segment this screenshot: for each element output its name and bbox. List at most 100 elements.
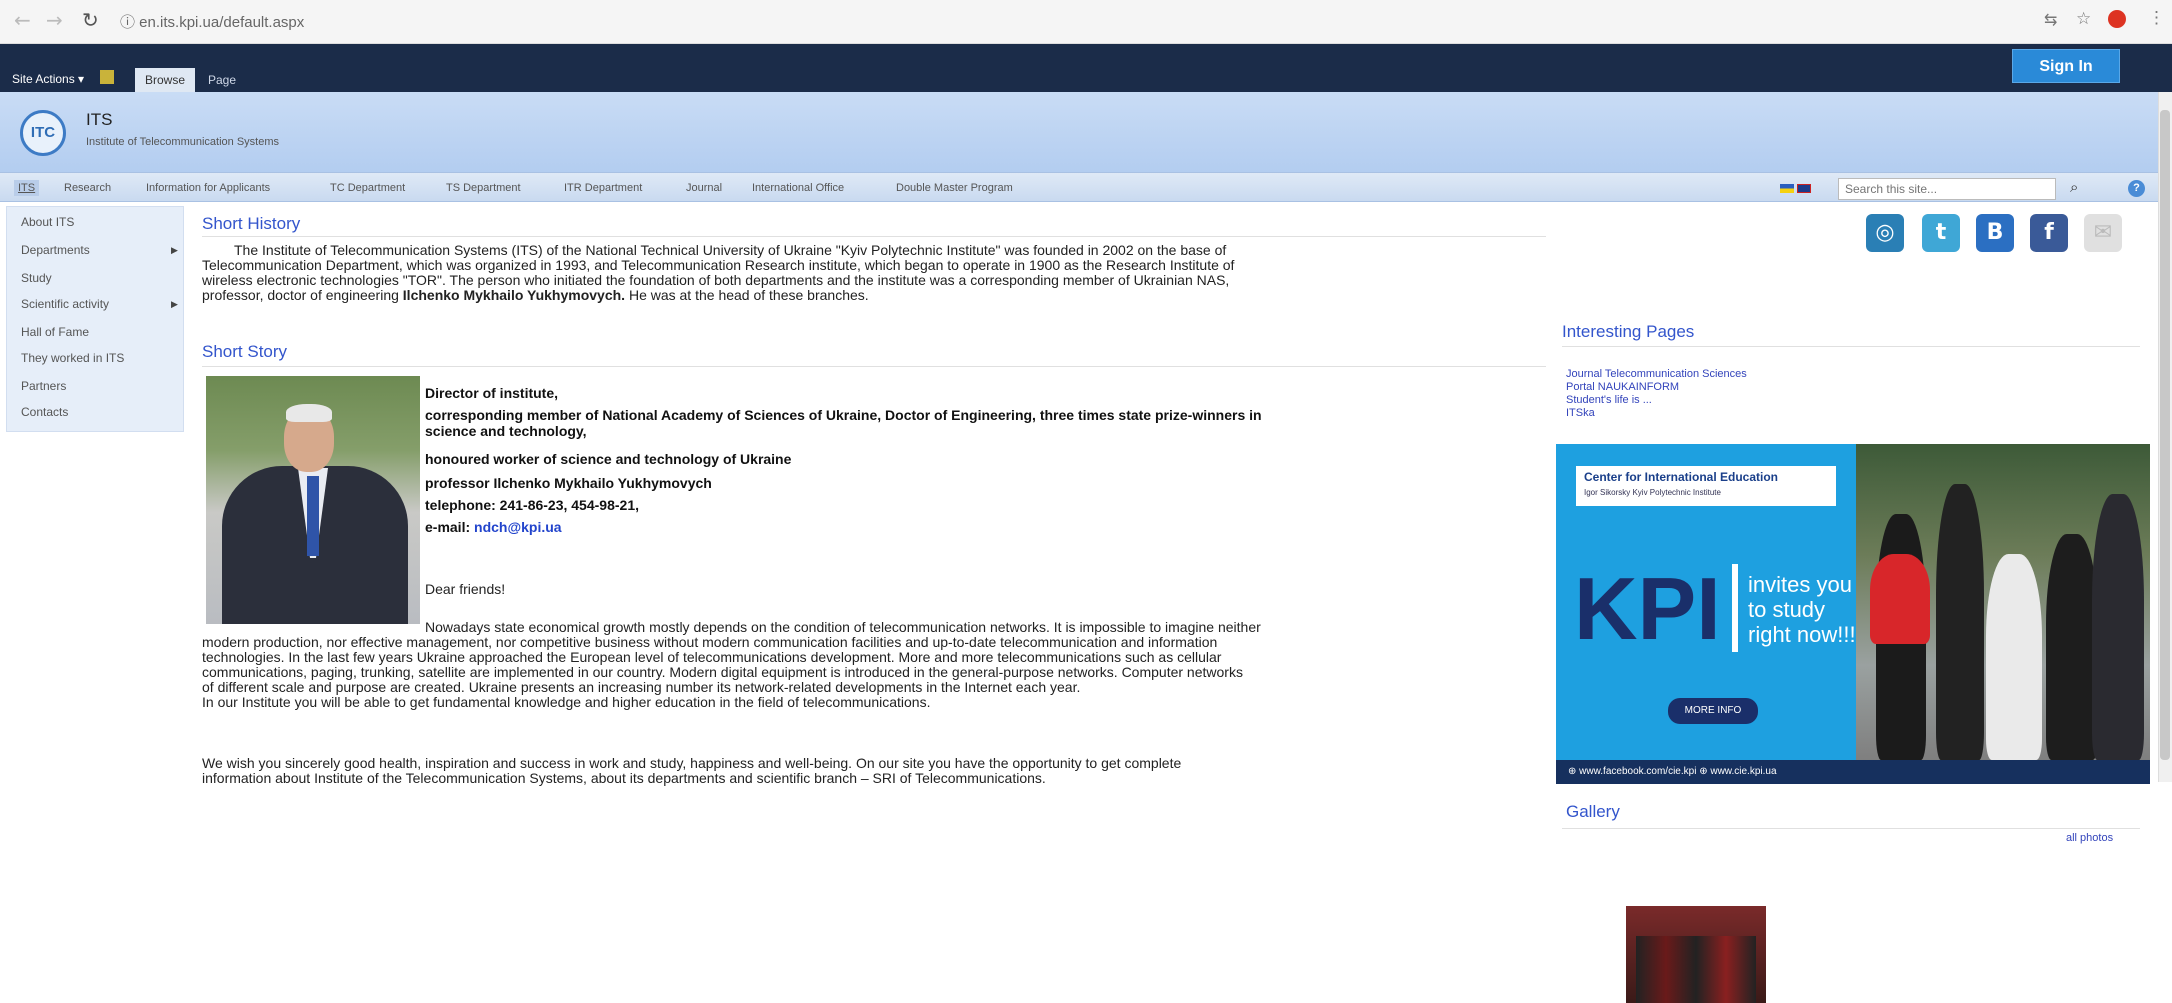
divider [202,236,1546,237]
director-name-bold: Ilchenko Mykhailo Yukhymovych. [402,287,626,303]
site-actions-menu[interactable]: Site Actions ▾ [12,72,84,86]
all-photos-link[interactable]: all photos [2066,832,2113,844]
director-name: professor Ilchenko Mykhailo Yukhymovych [425,475,712,491]
student-figure [1870,554,1930,644]
history-line: Telecommunication Department, which was … [202,257,1235,273]
topnav-item-applicants[interactable]: Information for Applicants [146,182,270,194]
topnav-item-itr-department[interactable]: ITR Department [564,182,642,194]
leftnav-item-worked[interactable]: They worked in ITS [21,351,124,365]
director-title: science and technology, [425,423,587,439]
forward-icon[interactable]: → [46,8,63,32]
banner-students-photo [1856,444,2150,760]
short-story-heading: Short Story [202,342,288,361]
leftnav-item-departments[interactable]: Departments [21,243,90,257]
body-line: modern production, nor effective managem… [202,634,1218,650]
chevron-right-icon: ▶ [171,245,178,255]
student-figure [2092,494,2144,760]
chevron-right-icon: ▶ [171,299,178,309]
language-flags[interactable] [1780,184,1811,196]
url-text: en.its.kpi.ua/default.aspx [139,14,305,31]
link-journal[interactable]: Journal Telecommunication Sciences [1566,368,1747,380]
banner-heading: Center for International Education [1576,466,1836,506]
student-figure [1986,554,2042,760]
link-naukainform[interactable]: Portal NAUKAINFORM [1566,381,1679,393]
leftnav-item-partners[interactable]: Partners [21,379,66,393]
student-figure [1936,484,1984,760]
student-figure [2046,534,2098,760]
topnav-item-double-master[interactable]: Double Master Program [896,182,1013,194]
bookmark-star-icon[interactable]: ☆ [2076,9,2091,29]
edit-page-icon[interactable] [100,70,114,84]
history-line: The Institute of Telecommunication Syste… [234,242,1227,258]
search-icon[interactable]: ⌕ [2070,179,2078,196]
topnav-item-its[interactable]: ITS [14,180,40,196]
uk-flag-icon[interactable] [1796,184,1811,193]
banner-footer: ⊕ www.facebook.com/cie.kpi ⊕ www.cie.kpi… [1556,760,2150,784]
gallery-heading: Gallery [1566,802,1620,821]
banner-kpi-logo: KPI [1574,559,1721,658]
leftnav-item-scientific[interactable]: Scientific activity [21,297,109,311]
rss-icon[interactable]: ◎ [1866,214,1904,252]
topnav-item-tc-department[interactable]: TC Department [330,182,405,194]
site-subtitle: Institute of Telecommunication Systems [86,136,279,148]
tab-browse[interactable]: Browse [135,68,195,92]
facebook-icon[interactable]: f [2030,214,2068,252]
scrollbar-thumb[interactable] [2160,110,2170,760]
body-line: In our Institute you will be able to get… [202,694,931,710]
topnav-item-journal[interactable]: Journal [686,182,722,194]
greeting: Dear friends! [425,581,506,597]
site-header [0,92,2160,172]
kpi-study-banner[interactable]: Center for International Education Igor … [1556,444,2150,784]
twitter-icon[interactable]: t [1922,214,1960,252]
director-title: honoured worker of science and technolog… [425,451,792,467]
body-line: communications, paging, trunking, satell… [202,664,1243,680]
director-title: Director of institute, [425,385,559,401]
translate-icon[interactable]: ⇆ [2044,10,2057,30]
vkontakte-icon[interactable]: B [1976,214,2014,252]
top-navigation: ITS Research Information for Applicants … [0,172,2160,202]
divider [1562,346,2140,347]
divider [202,366,1546,367]
director-phone: telephone: 241-86-23, 454-98-21, [425,497,639,513]
interesting-pages-heading: Interesting Pages [1562,322,1695,341]
topnav-item-research[interactable]: Research [64,182,111,194]
banner-more-info-button[interactable]: MORE INFO [1668,698,1758,724]
site-title[interactable]: ITS [86,110,112,130]
mail-icon[interactable]: ✉ [2084,214,2122,252]
link-students-life[interactable]: Student's life is ... [1566,394,1652,406]
reload-icon[interactable]: ↻ [82,8,99,32]
short-history-heading: Short History [202,214,301,233]
closing-line: We wish you sincerely good health, inspi… [202,755,1182,771]
sign-in-button[interactable]: Sign In [2012,49,2120,83]
body-line: Nowadays state economical growth mostly … [425,619,1261,635]
topnav-item-international-office[interactable]: International Office [752,182,844,194]
banner-subheading: Igor Sikorsky Kyiv Polytechnic Institute [1584,488,1721,497]
address-bar[interactable]: ⓘ en.its.kpi.ua/default.aspx [120,11,304,32]
site-logo[interactable]: ITC [20,110,66,156]
email-link[interactable]: ndch@kpi.ua [474,519,562,535]
topnav-item-ts-department[interactable]: TS Department [446,182,521,194]
link-itska[interactable]: ITSka [1566,407,1595,419]
back-icon[interactable]: ← [14,8,31,32]
leftnav-item-hall-of-fame[interactable]: Hall of Fame [21,325,89,339]
closing-line: information about Institute of the Telec… [202,770,1046,786]
divider [1562,828,2140,829]
leftnav-item-study[interactable]: Study [21,271,52,285]
tab-page[interactable]: Page [208,73,236,87]
browser-toolbar [0,0,2172,44]
banner-invite: invites you to study right now!!! [1748,572,1856,647]
gallery-thumbnail[interactable] [1626,906,1766,1003]
director-email: e-mail: ndch@kpi.ua [425,519,562,535]
leftnav-item-contacts[interactable]: Contacts [21,405,68,419]
gallery-photo-group [1636,936,1756,1003]
banner-divider [1732,564,1738,652]
ukraine-flag-icon[interactable] [1780,184,1794,193]
director-title: corresponding member of National Academy… [425,407,1262,423]
site-search-input[interactable] [1838,178,2056,200]
leftnav-item-about[interactable]: About ITS [21,215,74,229]
history-line: professor, doctor of engineering Ilchenk… [202,287,869,303]
menu-icon[interactable]: ⋮ [2148,8,2165,28]
help-icon[interactable]: ? [2128,180,2145,197]
ribbon-bar [0,44,2172,92]
extension-icon[interactable] [2108,10,2126,28]
